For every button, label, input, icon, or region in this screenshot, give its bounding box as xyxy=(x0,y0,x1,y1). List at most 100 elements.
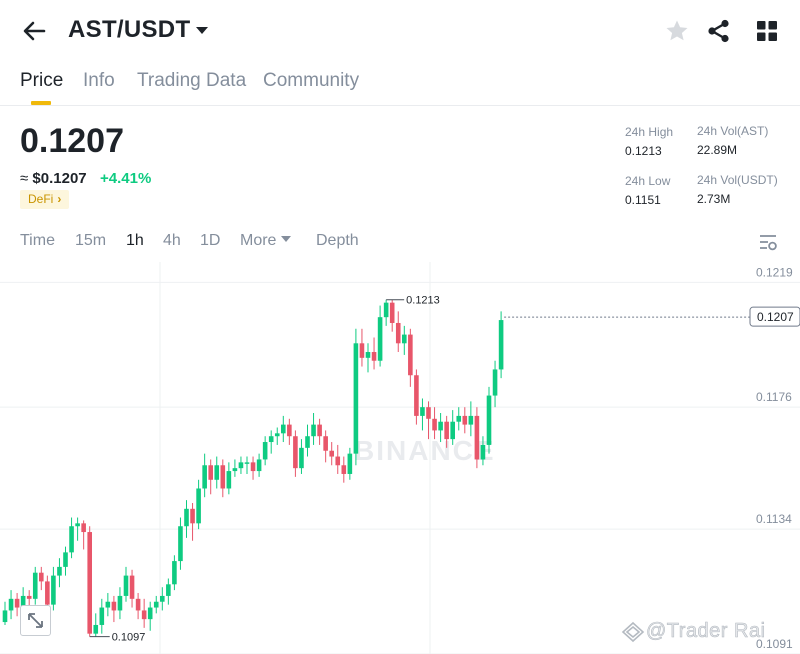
tab-price[interactable]: Price xyxy=(20,70,63,92)
interval-time[interactable]: Time xyxy=(20,232,55,250)
candle-body xyxy=(214,465,220,480)
candle xyxy=(117,587,123,620)
candle-body xyxy=(69,526,74,553)
overlay-watermark: @Trader Rai xyxy=(646,620,766,643)
candle xyxy=(323,430,328,463)
candle xyxy=(305,424,310,457)
caret-down-icon[interactable] xyxy=(194,22,210,38)
candle xyxy=(329,442,334,466)
candle-body xyxy=(111,601,117,611)
candle-body xyxy=(287,424,292,437)
candle-body xyxy=(244,462,250,464)
candle xyxy=(123,566,129,602)
interval-more[interactable]: More xyxy=(240,232,292,250)
candle-body xyxy=(184,508,189,527)
candle-body xyxy=(238,462,244,469)
candle-body xyxy=(492,369,498,396)
candle-body xyxy=(51,575,56,605)
candle xyxy=(311,412,316,445)
candle xyxy=(87,526,92,637)
price-chart[interactable]: BINANCE 0.1207 0.1213 0.1097 0.1219 0.1176 0… xyxy=(0,262,800,654)
candle-body xyxy=(8,598,14,611)
candle-body xyxy=(456,415,462,422)
share-icon[interactable] xyxy=(706,18,732,44)
candle-body xyxy=(402,334,407,344)
candle-body xyxy=(420,407,425,416)
candle-body xyxy=(63,552,68,567)
candle xyxy=(317,418,322,445)
candle xyxy=(287,418,292,445)
candle-body xyxy=(190,508,195,524)
candle xyxy=(147,601,153,631)
candle-body xyxy=(359,343,365,358)
candle-body xyxy=(498,320,504,370)
candle-body xyxy=(178,526,183,562)
candle xyxy=(105,593,111,617)
candle xyxy=(492,360,498,408)
depth-tab[interactable]: Depth xyxy=(316,232,359,250)
chart-settings-icon[interactable] xyxy=(758,232,778,252)
y-axis-tick-label: 0.1219 xyxy=(756,265,793,279)
interval-15m[interactable]: 15m xyxy=(75,232,106,250)
star-icon[interactable] xyxy=(664,18,690,44)
interval-bar: Time 15m 1h 4h 1D More Depth xyxy=(0,228,800,258)
tab-community[interactable]: Community xyxy=(263,70,359,92)
grid-icon[interactable] xyxy=(754,18,780,44)
y-axis-tick-label: 0.1134 xyxy=(756,512,792,526)
candle xyxy=(93,613,99,637)
candle xyxy=(293,430,298,477)
candle xyxy=(32,566,38,605)
candle-body xyxy=(444,421,449,440)
vol-base-value: 22.89M xyxy=(697,143,738,157)
candle-body xyxy=(268,436,274,443)
interval-1d[interactable]: 1D xyxy=(200,232,220,250)
candle xyxy=(498,311,504,379)
candle-body xyxy=(383,302,389,318)
high-label: 24h High xyxy=(625,125,674,139)
candle xyxy=(414,369,419,425)
candle xyxy=(8,590,14,620)
candle xyxy=(420,398,425,431)
candle-body xyxy=(281,424,286,434)
high-value: 0.1213 xyxy=(625,144,662,158)
candle-body xyxy=(468,415,474,425)
candle xyxy=(462,407,468,434)
tab-info[interactable]: Info xyxy=(83,70,115,92)
candle-body xyxy=(311,424,316,437)
last-price-marker-label: 0.1207 xyxy=(757,310,794,324)
candle-body xyxy=(262,442,268,460)
candle-body xyxy=(250,462,256,472)
candle-body xyxy=(135,598,141,611)
expand-chart-button[interactable] xyxy=(20,605,51,636)
candle xyxy=(160,587,165,611)
candle-body xyxy=(147,607,153,620)
candle-body xyxy=(93,624,99,634)
candle xyxy=(141,598,147,628)
candle xyxy=(250,456,256,480)
candle-body xyxy=(371,352,377,361)
candle-body xyxy=(45,581,50,605)
candle-body xyxy=(57,566,62,576)
candle-body xyxy=(129,575,135,599)
pair-title[interactable]: AST/USDT xyxy=(68,16,190,44)
candle xyxy=(281,415,286,443)
price-change: +4.41% xyxy=(100,170,152,187)
candle xyxy=(244,456,250,474)
category-tag[interactable]: DeFi › xyxy=(20,190,70,209)
candle xyxy=(474,407,480,469)
candle xyxy=(347,447,353,480)
candle xyxy=(57,558,62,588)
candle xyxy=(335,444,341,474)
tab-trading-data[interactable]: Trading Data xyxy=(137,70,246,92)
interval-1h[interactable]: 1h xyxy=(126,232,144,250)
candle xyxy=(232,459,238,477)
candle xyxy=(129,569,135,608)
candle xyxy=(2,601,8,625)
candle xyxy=(111,595,117,623)
candle-body xyxy=(117,595,123,611)
candle-body xyxy=(172,561,177,585)
candle xyxy=(208,459,213,495)
interval-4h[interactable]: 4h xyxy=(163,232,181,250)
candle-body xyxy=(196,488,201,524)
arrow-left-icon[interactable] xyxy=(20,17,48,45)
